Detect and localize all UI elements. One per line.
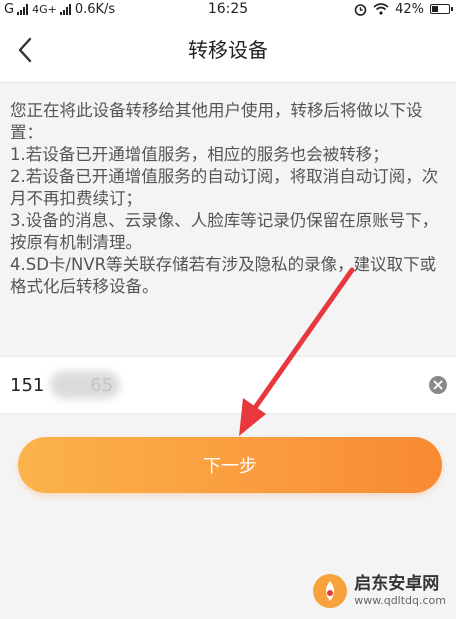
status-right: 42% [354,0,453,18]
nav-bar: 转移设备 [0,18,456,83]
alarm-icon [354,3,367,16]
watermark-logo-icon [313,574,348,608]
watermark-name: 启东安卓网 [354,574,440,594]
phone-input-row [0,356,456,414]
description-item-3: 3.设备的消息、云录像、人脸库等记录仍保留在原账号下，按原有机制清理。 [10,211,439,252]
page-title: 转移设备 [188,38,268,62]
description-intro: 您正在将此设备转移给其他用户使用，转移后将做以下设置： [10,101,423,142]
privacy-blur [50,371,120,399]
watermark: 启东安卓网 www.qdltdq.com [312,569,446,613]
battery-icon [430,4,453,14]
battery-percent: 42% [395,1,424,17]
annotation-arrow-icon [239,267,355,436]
wifi-icon [373,3,389,15]
watermark-url: www.qdltdq.com [354,594,446,607]
watermark-text: 启东安卓网 www.qdltdq.com [354,574,446,608]
back-button[interactable] [8,30,48,70]
description-item-4: 4.SD卡/NVR等关联存储若有涉及隐私的录像，建议取下或格式化后转移设备。 [10,255,437,296]
next-step-button[interactable]: 下一步 [18,437,442,493]
clear-icon [429,376,447,394]
description-item-1: 1.若设备已开通增值服务，相应的服务也会被转移； [10,145,389,164]
chevron-left-icon [18,37,32,63]
status-bar: G 4G+ 0.6K/s 16:25 42% [0,0,456,18]
transfer-description: 您正在将此设备转移给其他用户使用，转移后将做以下设置： 1.若设备已开通增值服务… [10,100,446,298]
description-item-2: 2.若设备已开通增值服务的自动订阅，将取消自动订阅，次月不再扣费续订； [10,167,439,208]
clear-button[interactable] [428,375,448,395]
